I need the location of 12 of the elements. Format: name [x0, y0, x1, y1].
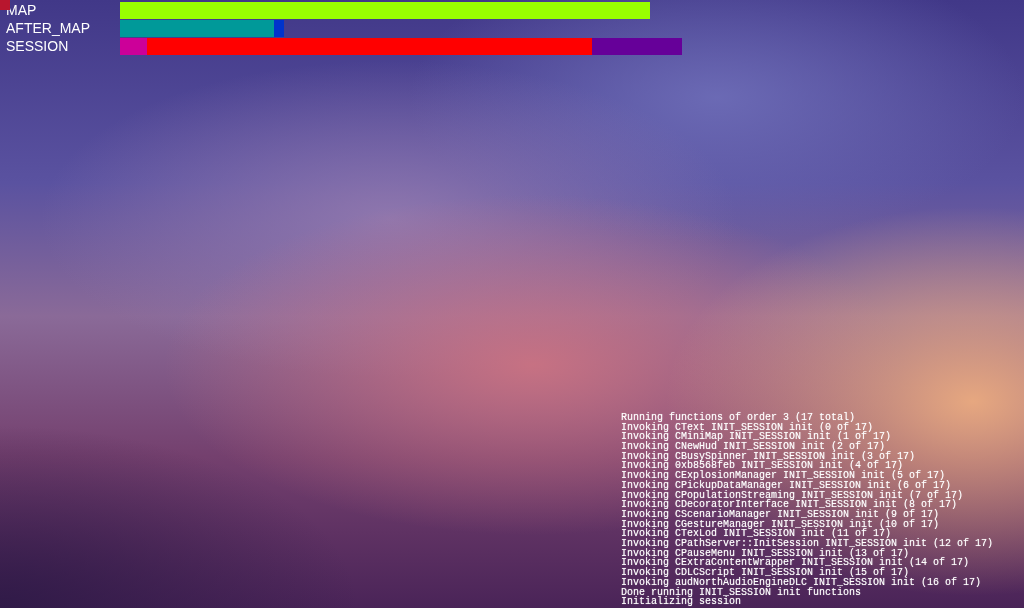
log-line: Running functions of order 3 (17 total): [621, 412, 856, 423]
log-line: Invoking CExplosionManager INIT_SESSION init (5 of 17): [621, 471, 946, 481]
log-line: Invoking CScenarioManager INIT_SESSION init (9 of 17): [621, 509, 940, 520]
log-line: Invoking audNorthAudioEngineDLC INIT_SESSION init (16 of 17): [621, 577, 982, 588]
log-line: Invoking CPickupDataManager INIT_SESSION init (6 of 17): [621, 480, 952, 491]
log-line: Invoking CNewHud INIT_SESSION init (2 of 17): [621, 442, 886, 452]
log-line: Initializing session: [621, 597, 742, 607]
bar-label: AFTER_MAP: [6, 20, 91, 37]
log-line: Invoking CDLCScript INIT_SESSION init (15 of 17): [621, 568, 910, 578]
log-line: Invoking CDecoratorInterface INIT_SESSION init (8 of 17): [621, 500, 958, 510]
bar-label: SESSION: [6, 38, 70, 55]
log-line: Invoking CPathServer::InitSession INIT_SESSION init (12 of 17): [621, 539, 994, 549]
